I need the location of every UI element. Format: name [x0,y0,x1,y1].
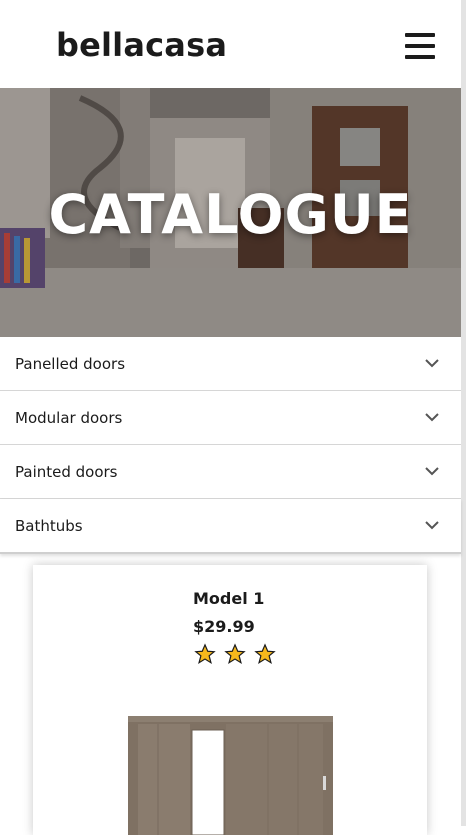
accordion-item-painted-doors[interactable]: Painted doors [0,445,461,499]
accordion-label: Bathtubs [15,517,83,535]
star-icon [254,643,276,664]
product-title[interactable]: Model 1 [193,589,264,608]
chevron-down-icon [425,359,439,368]
accordion-item-panelled-doors[interactable]: Panelled doors [0,337,461,391]
product-door-image[interactable] [128,716,333,835]
hero-banner: CATALOGUE [0,88,461,337]
category-accordion: Panelled doors Modular doors Painted doo… [0,337,461,554]
accordion-label: Modular doors [15,409,123,427]
product-price: $29.99 [193,617,255,636]
chevron-down-icon [425,521,439,530]
accordion-label: Panelled doors [15,355,126,373]
page-scrollbar[interactable] [461,0,466,826]
accordion-label: Painted doors [15,463,118,481]
star-icon [194,643,216,664]
site-logo[interactable]: bellacasa [56,26,227,64]
site-header: bellacasa [0,0,464,88]
accordion-item-modular-doors[interactable]: Modular doors [0,391,461,445]
accordion-item-bathtubs[interactable]: Bathtubs [0,499,461,554]
star-icon [224,643,246,664]
rating-stars [194,643,279,665]
chevron-down-icon [425,467,439,476]
hamburger-menu-icon[interactable] [405,33,435,59]
hero-title: CATALOGUE [48,183,413,246]
chevron-down-icon [425,413,439,422]
product-card[interactable]: Model 1 $29.99 [33,565,427,835]
